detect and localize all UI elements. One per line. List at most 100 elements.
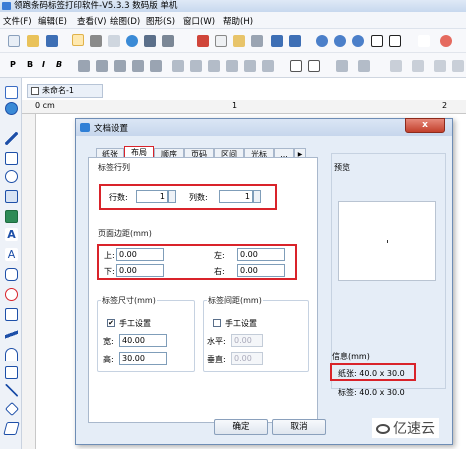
copy-icon[interactable] [215,35,227,47]
diagonal-line-tool-icon[interactable] [5,328,18,341]
size-height-input[interactable]: 30.00 [119,352,167,365]
parallelogram-tool-icon[interactable] [3,422,20,435]
spacing-h-input[interactable]: 0.00 [231,334,263,347]
barcode-icon[interactable] [144,35,156,47]
main-toolbar [0,29,466,53]
more-icon[interactable] [452,60,464,72]
margin-top-input[interactable]: 0.00 [116,248,164,261]
watermark-text: 亿速云 [393,421,435,437]
lock-icon[interactable] [434,60,446,72]
menu-bar: 文件(F) 编辑(E) 查看(V) 绘图(D) 图形(S) 窗口(W) 帮助(H… [0,12,466,29]
grid-icon[interactable] [162,35,174,47]
rounded-rect-tool-icon[interactable] [5,268,18,281]
wizard-icon[interactable] [72,34,84,46]
database-icon[interactable] [126,35,138,47]
ok-button[interactable]: 确定 [214,419,268,435]
rows-spinner-icon[interactable] [168,190,176,203]
fit-width-icon[interactable] [389,35,401,47]
margin-left-input[interactable]: 0.00 [237,248,285,261]
menu-help[interactable]: 帮助(H) [223,15,253,27]
tab-close-icon[interactable] [31,87,39,95]
redo-icon[interactable] [289,35,301,47]
rotate-icon[interactable] [336,60,348,72]
document-tab[interactable]: 未命名-1 [27,84,103,98]
cols-input[interactable]: 1 [219,190,253,203]
size-manual-checkbox[interactable]: ✔ [107,319,115,327]
ungroup-icon[interactable] [308,60,320,72]
italic-button[interactable]: I [42,60,45,69]
diamond-tool-icon[interactable] [4,401,20,417]
menu-file[interactable]: 文件(F) [3,15,32,27]
group-icon[interactable] [290,60,302,72]
margin-bottom-input[interactable]: 0.00 [116,264,164,277]
align-left-icon[interactable] [78,60,90,72]
menu-edit[interactable]: 编辑(E) [38,15,67,27]
art-text-tool-icon[interactable]: A [5,248,18,261]
vertical-ruler [22,114,36,449]
cols-spinner-icon[interactable] [253,190,261,203]
table-tool-icon[interactable] [5,308,18,321]
top-align-icon[interactable] [208,60,220,72]
polyline-tool-icon[interactable] [5,366,18,379]
zoom-out-icon[interactable] [334,35,346,47]
distribute-v-icon[interactable] [190,60,202,72]
preview-label: 预览 [334,163,350,172]
text-mode-icon[interactable] [132,60,144,72]
cancel-button[interactable]: 取消 [272,419,326,435]
same-width-icon[interactable] [244,60,256,72]
arc-tool-icon[interactable] [5,348,18,361]
bottom-align-icon[interactable] [226,60,238,72]
zoom-in-icon[interactable] [316,35,328,47]
pan-tool-icon[interactable] [5,102,18,115]
plain-text-button[interactable]: P [10,60,16,69]
ellipse-tool-icon[interactable] [5,170,18,183]
order-front-icon[interactable] [390,60,402,72]
flip-icon[interactable] [358,60,370,72]
menu-view[interactable]: 查看(V) [77,15,106,27]
eye-icon[interactable] [418,35,430,47]
view-icon[interactable] [440,35,452,47]
fit-page-icon[interactable] [371,35,383,47]
size-width-input[interactable]: 40.00 [119,334,167,347]
print-icon[interactable] [90,35,102,47]
image-tool-icon[interactable] [5,210,18,223]
menu-window[interactable]: 窗口(W) [183,15,215,27]
save-icon[interactable] [46,35,58,47]
margin-right-input[interactable]: 0.00 [237,264,285,277]
bold-button[interactable]: B [27,60,33,69]
menu-shape[interactable]: 图形(S) [146,15,175,27]
cut-icon[interactable] [197,35,209,47]
new-icon[interactable] [8,35,20,47]
cols-label: 列数: [189,193,208,202]
distribute-h-icon[interactable] [172,60,184,72]
undo-icon[interactable] [271,35,283,47]
order-back-icon[interactable] [412,60,424,72]
abc-icon[interactable] [150,60,162,72]
triangle-tool-icon[interactable] [5,384,18,397]
print-preview-icon[interactable] [108,35,120,47]
menu-draw[interactable]: 绘图(D) [110,15,140,27]
size-height-label: 高: [103,355,114,364]
pointer-tool-icon[interactable] [5,86,18,99]
spacing-manual-checkbox[interactable] [213,319,221,327]
align-icon[interactable] [251,35,263,47]
margins-group-label: 页面边距(mm) [97,228,153,239]
open-icon[interactable] [27,35,39,47]
line-tool-icon[interactable] [5,132,18,145]
paste-icon[interactable] [233,35,245,47]
zoom-fit-icon[interactable] [352,35,364,47]
dialog-close-button[interactable]: x [405,118,445,133]
align-right-icon[interactable] [114,60,126,72]
same-height-icon[interactable] [262,60,274,72]
rows-cols-group-label: 标签行列 [97,162,131,173]
barcode-tool-icon[interactable] [5,190,18,203]
bold-italic-button[interactable]: B [56,60,62,69]
layout-panel: 标签行列 行数: 1 列数: 1 页面边距(mm) 上: 0.00 左: 0.0… [88,157,318,423]
spacing-v-input[interactable]: 0.00 [231,352,263,365]
rows-input[interactable]: 1 [136,190,168,203]
dialog-title: 文档设置 [94,124,129,134]
text-tool-icon[interactable]: A [5,228,18,241]
rectangle-tool-icon[interactable] [5,152,18,165]
stamp-tool-icon[interactable] [5,288,18,301]
align-center-icon[interactable] [96,60,108,72]
